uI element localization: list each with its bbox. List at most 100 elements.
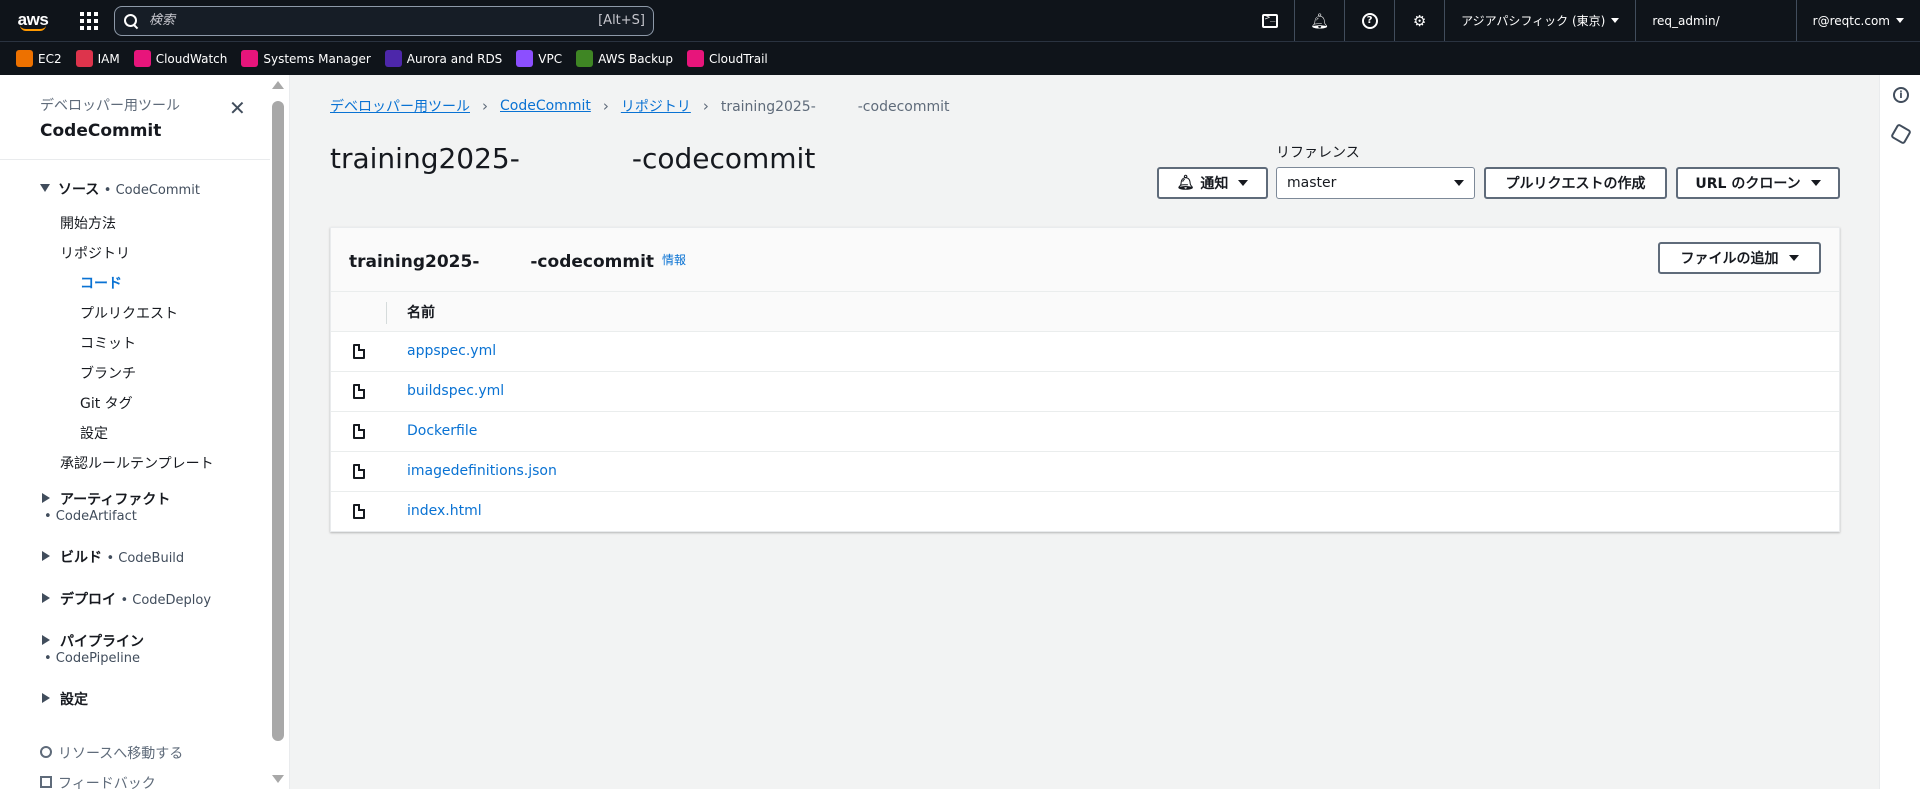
search-bar[interactable]: [Alt+S] [114,5,654,36]
file-icon [353,424,365,439]
add-file-label: ファイルの追加 [1680,251,1779,267]
info-link[interactable]: 情報 [662,251,686,268]
favorite-cloudwatch[interactable]: CloudWatch [133,50,228,67]
page-title: training2025- -codecommit [330,142,816,175]
nav-section-artifacts[interactable]: アーティファクト [0,489,270,509]
file-link[interactable]: buildspec.yml [407,383,504,399]
repository-files-panel: training2025- -codecommit 情報 ファイルの追加 名前 … [330,227,1840,532]
goto-resource-label: リソースへ移動する [58,746,184,762]
settings-button[interactable]: ⚙ [1395,0,1446,41]
table-row: imagedefinitions.json [331,452,1839,492]
breadcrumb-repositories[interactable]: リポジトリ [621,96,691,116]
aws-smile-icon [20,25,46,31]
favorite-iam[interactable]: IAM [75,50,120,67]
add-file-button[interactable]: ファイルの追加 [1658,242,1821,274]
column-divider [386,302,387,324]
nav-section-build[interactable]: ビルド • CodeBuild [0,547,270,575]
nav-section-source[interactable]: ソース • CodeCommit [0,179,270,209]
account-menu[interactable]: req_admin/ [1636,0,1797,41]
bell-icon: 🔔︎ [1310,11,1330,30]
scrollbar-thumb[interactable] [272,101,284,741]
favorite-label: CloudWatch [155,51,228,66]
aws-logo[interactable]: aws [16,11,50,31]
nav-item-branches[interactable]: ブランチ [0,359,270,389]
file-link[interactable]: appspec.yml [407,343,496,359]
notify-button[interactable]: 🔔︎ 通知 [1157,167,1268,199]
caret-down-icon [1810,180,1821,186]
caret-down-icon [1611,18,1620,23]
right-tools-rail: i [1879,75,1920,789]
column-header-name[interactable]: 名前 [407,302,435,322]
cloudtrail-icon [686,50,704,67]
nav-section-pipeline[interactable]: パイプライン [0,631,270,651]
nav-section-settings[interactable]: 設定 [0,689,270,719]
nav-item-approval-templates[interactable]: 承認ルールテンプレート [0,449,270,479]
ec2-icon [16,50,33,67]
caret-down-icon [1454,180,1464,186]
nav-item-code[interactable]: コード [0,269,270,299]
create-pull-request-button[interactable]: プルリクエストの作成 [1484,167,1667,199]
close-icon[interactable]: ✕ [229,96,246,120]
hexagon-icon[interactable] [1890,123,1912,145]
breadcrumb-codecommit[interactable]: CodeCommit [500,98,591,114]
file-link[interactable]: imagedefinitions.json [407,463,557,479]
favorite-vpc[interactable]: VPC [516,50,562,67]
region-selector[interactable]: アジアパシフィック (東京) [1445,0,1637,41]
favorite-label: Aurora and RDS [406,51,503,66]
user-menu[interactable]: r@reqtc.com [1797,0,1920,41]
side-navigation: デベロッパー用ツール CodeCommit ✕ ソース • CodeCommit… [0,75,290,789]
section-label: ビルド [60,550,102,566]
search-icon [123,13,139,29]
file-link[interactable]: index.html [407,503,482,519]
section-service: • CodeCommit [103,183,200,198]
expand-right-icon [42,493,50,503]
nav-item-settings[interactable]: 設定 [0,419,270,449]
clone-url-button[interactable]: URL のクローン [1676,167,1840,199]
info-icon[interactable]: i [1893,87,1909,103]
notify-label: 通知 [1200,176,1229,192]
nav-item-git-tags[interactable]: Git タグ [0,389,270,419]
table-row: index.html [331,492,1839,532]
notifications-button[interactable]: 🔔︎ [1295,0,1346,41]
favorite-ec2[interactable]: EC2 [16,50,62,67]
breadcrumb-dev-tools[interactable]: デベロッパー用ツール [330,96,470,116]
nav-item-getting-started[interactable]: 開始方法 [0,209,270,239]
search-input[interactable] [149,13,599,28]
services-menu-icon[interactable] [80,11,98,30]
favorite-systems-manager[interactable]: Systems Manager [241,50,371,67]
favorite-aurora-and-rds[interactable]: Aurora and RDS [384,50,503,67]
table-row: appspec.yml [331,332,1839,372]
goto-resource-link[interactable]: リソースへ移動する [0,743,270,773]
favorite-cloudtrail[interactable]: CloudTrail [686,50,768,67]
help-button[interactable]: ? [1345,0,1396,41]
nav-item-pull-requests[interactable]: プルリクエスト [0,299,270,329]
clone-url-label: URL のクローン [1695,176,1801,192]
caret-down-icon [1238,180,1249,186]
reference-select[interactable]: master [1276,167,1475,199]
nav-item-repositories[interactable]: リポジトリ [0,239,270,269]
section-service: • CodeDeploy [120,593,212,608]
nav-title[interactable]: CodeCommit [40,121,289,141]
expand-right-icon [42,593,50,603]
divider [0,159,270,160]
nav-section-deploy[interactable]: デプロイ • CodeDeploy [0,589,270,617]
backup-icon [576,50,594,67]
scroll-down-icon[interactable] [272,775,284,783]
breadcrumb-current: training2025- -codecommit [720,99,950,115]
top-navigation: aws [Alt+S] 🔔︎ ? ⚙ アジアパシフィック (東京) req_ad… [0,0,1920,41]
cloudshell-button[interactable] [1245,0,1296,41]
file-link[interactable]: Dockerfile [407,423,477,439]
expand-right-icon [42,693,50,703]
systems-manager-icon [241,50,259,67]
feedback-label: フィードバック [58,776,156,789]
feedback-link[interactable]: フィードバック [0,773,270,789]
breadcrumb: デベロッパー用ツール › CodeCommit › リポジトリ › traini… [330,96,950,116]
cloudwatch-icon [133,50,151,67]
create-pr-label: プルリクエストの作成 [1505,176,1646,192]
account-label: req_admin/ [1652,13,1720,28]
nav-item-commits[interactable]: コミット [0,329,270,359]
section-label: パイプライン [60,634,144,650]
help-icon: ? [1361,12,1378,29]
scroll-up-icon[interactable] [272,81,284,89]
favorite-aws-backup[interactable]: AWS Backup [576,50,673,67]
